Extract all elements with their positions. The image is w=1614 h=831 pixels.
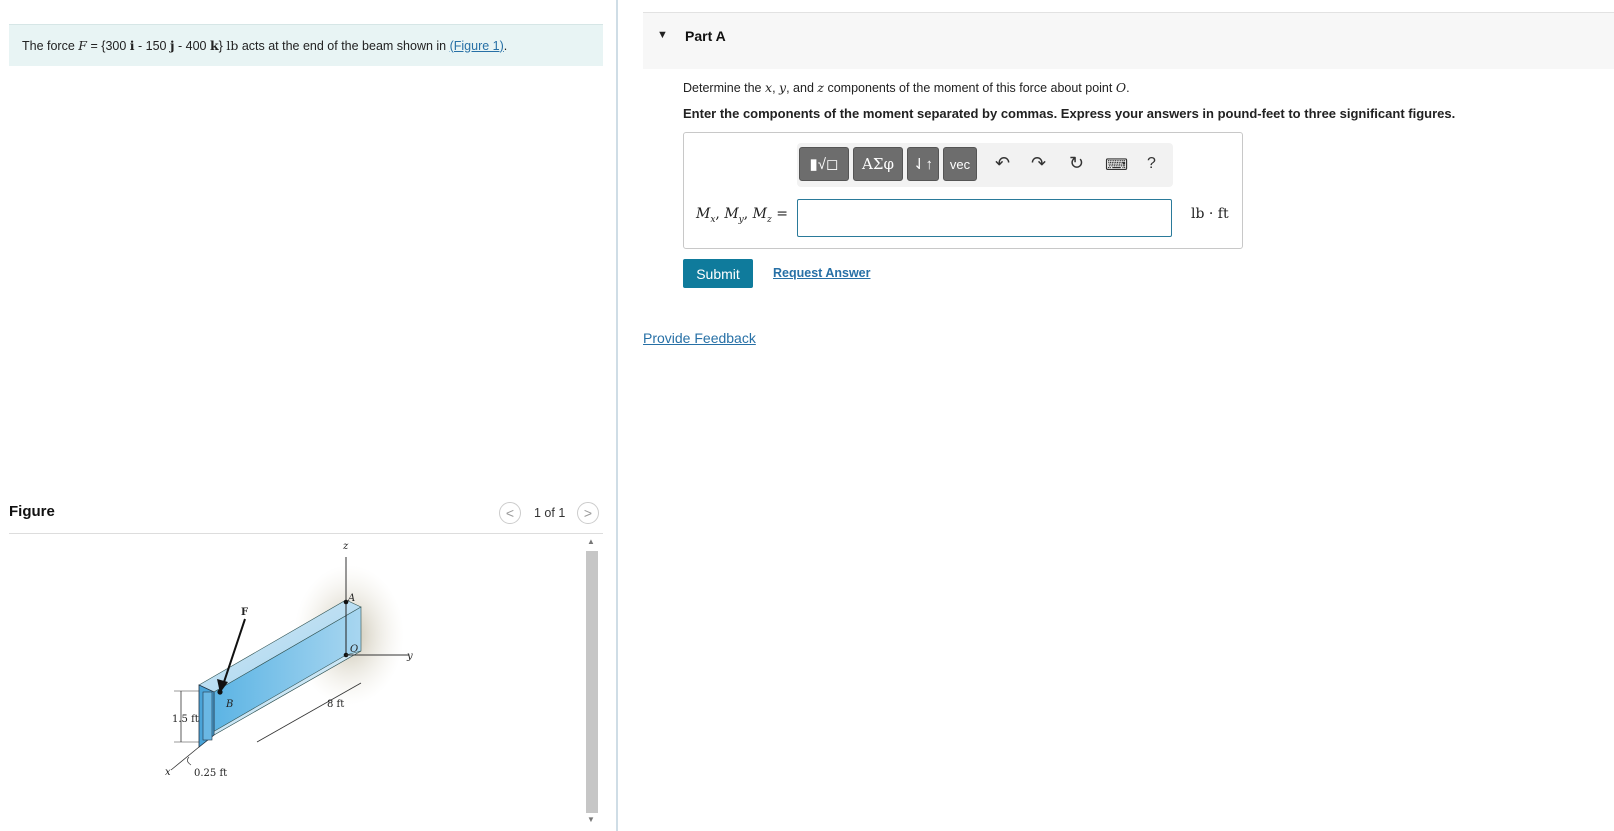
scroll-up-icon[interactable]: ▲ — [587, 537, 595, 546]
next-figure-button[interactable]: > — [577, 502, 599, 524]
force-y: - 150 — [138, 38, 167, 53]
label-f: F — [241, 607, 248, 618]
answer-label: Mx, My, Mz = — [696, 206, 788, 225]
answer-unit: lb · ft — [1191, 206, 1229, 222]
label-o: O — [350, 644, 358, 655]
force-z: - 400 — [178, 38, 207, 53]
scroll-thumb[interactable] — [586, 551, 598, 813]
question-suffix: components of the moment of this force a… — [827, 81, 1113, 95]
pane-divider[interactable] — [616, 0, 618, 831]
label-8ft: 8 ft — [327, 699, 344, 710]
figure-scrollbar[interactable]: ▲ ▼ — [585, 537, 599, 825]
provide-feedback-link[interactable]: Provide Feedback — [643, 330, 756, 346]
reset-icon[interactable]: ↻ — [1069, 153, 1084, 174]
var-z: z — [817, 80, 824, 95]
figure-header: Figure < 1 of 1 > — [9, 498, 603, 534]
instruction-text: Enter the components of the moment separ… — [683, 106, 1456, 121]
i-unit: i — [129, 38, 135, 53]
period: . — [1126, 81, 1130, 95]
force-symbol: F — [78, 38, 87, 53]
subscript-superscript-button[interactable]: ⇃↑ — [907, 147, 939, 181]
submit-button[interactable]: Submit — [683, 259, 753, 288]
math-toolbar: ▮√◻ ΑΣφ ⇃↑ vec ↶ ↷ ↻ ⌨ ? — [797, 143, 1173, 187]
chevron-left-icon: < — [505, 505, 515, 521]
request-answer-link[interactable]: Request Answer — [773, 266, 870, 280]
part-a-header[interactable]: ▼ Part A — [643, 12, 1614, 69]
and-text: , and — [786, 81, 814, 95]
label-z: z — [342, 541, 349, 552]
undo-icon[interactable]: ↶ — [995, 153, 1010, 174]
prev-figure-button[interactable]: < — [499, 502, 521, 524]
answer-box: ▮√◻ ΑΣφ ⇃↑ vec ↶ ↷ ↻ ⌨ ? Mx, My, Mz = lb… — [683, 132, 1243, 249]
left-pane: The force F = {300 i - 150 j - 400 k} lb… — [0, 0, 616, 831]
vector-button[interactable]: vec — [943, 147, 977, 181]
label-1-5ft: 1.5 ft — [172, 714, 199, 725]
question-text: Determine the x, y, and z components of … — [683, 80, 1130, 95]
point-b — [217, 689, 223, 695]
equals: = — [90, 38, 98, 53]
caret-down-icon[interactable]: ▼ — [657, 29, 668, 41]
part-title: Part A — [685, 28, 726, 44]
label-0-25ft: 0.25 ft — [194, 768, 227, 779]
answer-input[interactable] — [797, 199, 1172, 237]
figure-link[interactable]: (Figure 1) — [450, 39, 504, 53]
k-unit: k — [210, 38, 219, 53]
x-axis — [170, 746, 200, 771]
question-prefix: Determine the — [683, 81, 762, 95]
redo-icon[interactable]: ↷ — [1031, 153, 1046, 174]
problem-statement: The force F = {300 i - 150 j - 400 k} lb… — [9, 24, 603, 66]
beam-end-inner — [202, 691, 213, 741]
point-o-label: O — [1115, 80, 1127, 95]
label-y: y — [406, 651, 413, 662]
label-x: x — [165, 767, 171, 778]
scroll-down-icon[interactable]: ▼ — [587, 815, 595, 824]
problem-suffix: acts at the end of the beam shown in — [241, 38, 447, 53]
figure-title: Figure — [9, 503, 55, 520]
figure-image: z A F O y B 8 ft 1.5 ft x 0.25 ft — [9, 535, 599, 825]
period: . — [503, 38, 508, 53]
force-x: {300 — [101, 38, 127, 53]
close-brace: } — [218, 38, 223, 53]
label-a: A — [347, 593, 355, 604]
templates-button[interactable]: ▮√◻ — [799, 147, 849, 181]
j-unit: j — [170, 38, 175, 53]
comma: , — [772, 81, 776, 95]
force-unit: lb — [226, 38, 239, 53]
label-b: B — [225, 699, 233, 710]
greek-symbols-button[interactable]: ΑΣφ — [853, 147, 903, 181]
page-indicator: 1 of 1 — [534, 506, 566, 520]
problem-prefix: The force — [22, 38, 75, 53]
keyboard-icon[interactable]: ⌨ — [1105, 155, 1128, 175]
chevron-right-icon: > — [583, 505, 593, 521]
var-x: x — [765, 80, 773, 95]
beam-diagram: z A F O y B 8 ft 1.5 ft x 0.25 ft — [165, 541, 413, 779]
thickness-arc — [187, 756, 192, 766]
help-icon[interactable]: ? — [1147, 155, 1156, 173]
